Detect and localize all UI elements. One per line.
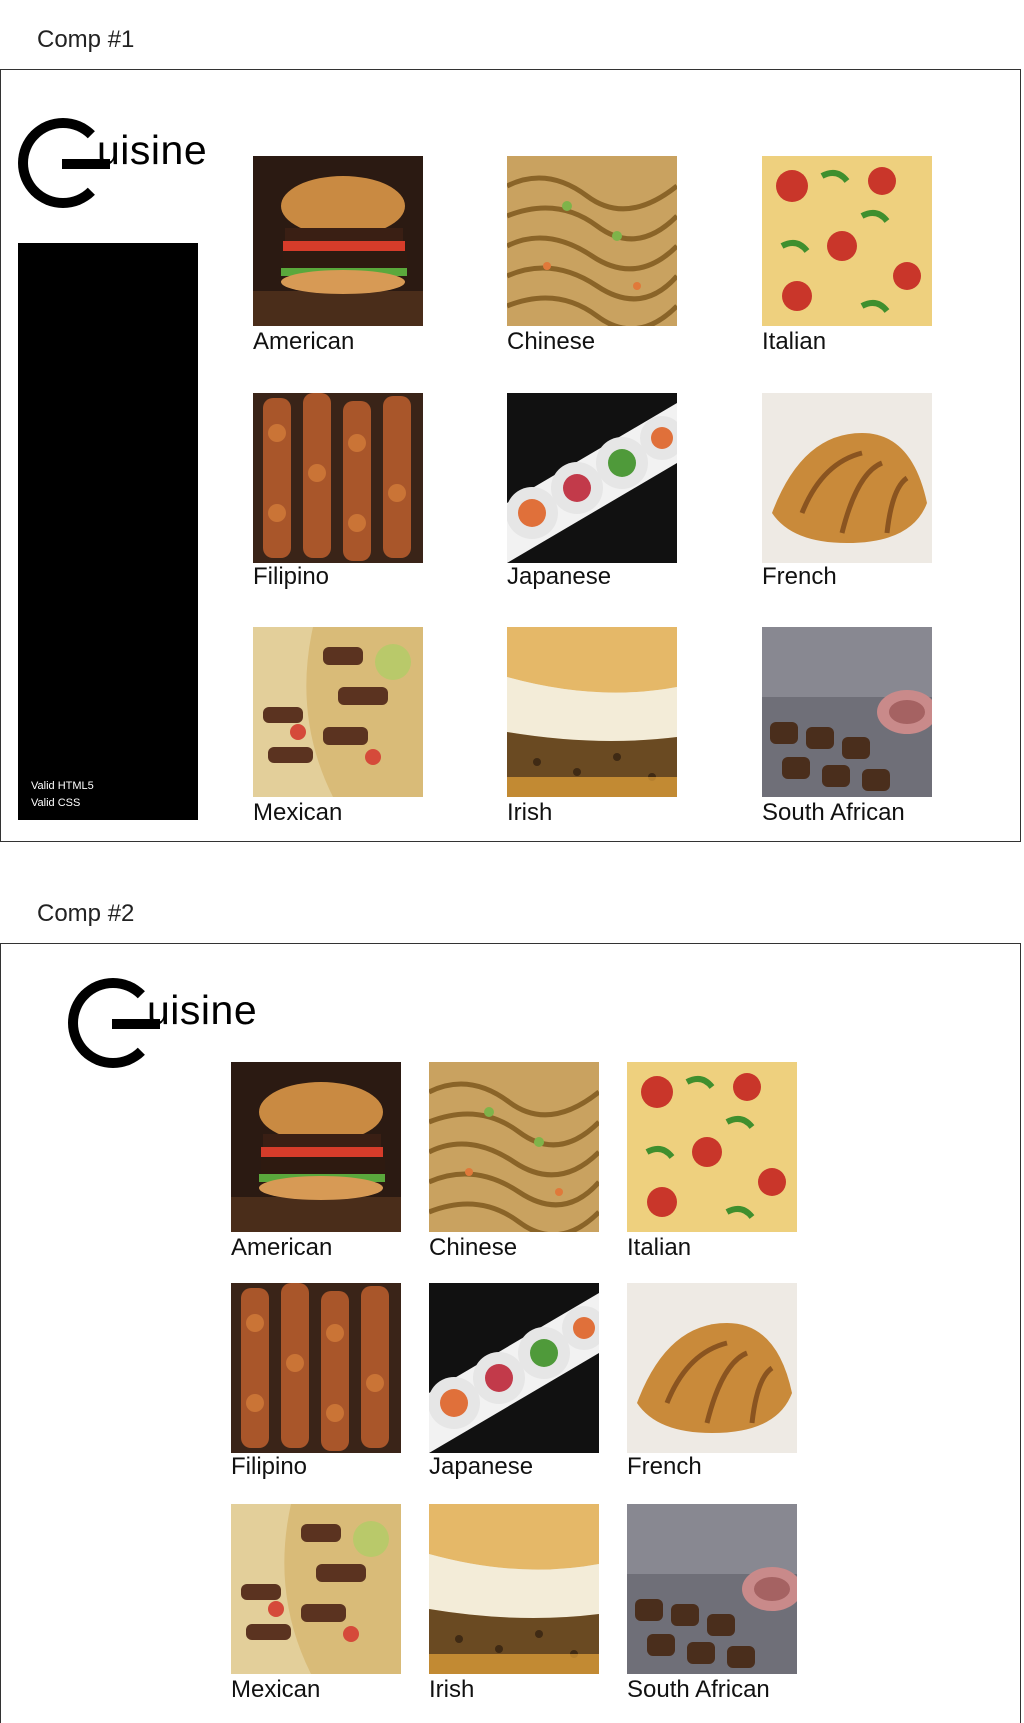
cuisine-label: American — [253, 328, 355, 355]
croissant-photo — [762, 393, 932, 563]
burger-photo — [231, 1062, 401, 1232]
valid-css-link[interactable]: Valid CSS — [31, 795, 94, 812]
cuisine-label: Filipino — [231, 1453, 308, 1480]
burger-photo — [253, 156, 423, 326]
cuisine-label: Filipino — [253, 563, 330, 590]
noodles-photo — [429, 1062, 599, 1232]
cuisine-label: Chinese — [429, 1234, 518, 1261]
cuisine-label: Japanese — [507, 563, 612, 590]
valid-html-link[interactable]: Valid HTML5 — [31, 778, 94, 795]
cuisine-label: Italian — [627, 1234, 692, 1261]
cuisine-label: Japanese — [429, 1453, 534, 1480]
sushi-photo — [429, 1283, 599, 1453]
cuisine-label: French — [762, 563, 837, 590]
braai-photo — [762, 627, 932, 797]
cuisine-label: Irish — [507, 799, 553, 826]
cuisine-label: American — [231, 1234, 333, 1261]
noodles-photo — [507, 156, 677, 326]
pie-photo — [507, 627, 677, 797]
comp2-logo[interactable]: uisine — [68, 978, 258, 1070]
pizza-photo — [762, 156, 932, 326]
validation-links: Valid HTML5 Valid CSS — [31, 778, 94, 812]
skewers-photo — [253, 393, 423, 563]
comp1-label: Comp #1 — [37, 26, 135, 53]
logo-text: uisine — [97, 127, 208, 173]
pizza-photo — [627, 1062, 797, 1232]
cuisine-label: Mexican — [231, 1676, 321, 1703]
comp1-frame: uisine Valid HTML5 Valid CSS American Ch… — [0, 69, 1021, 842]
comp1-logo[interactable]: uisine — [18, 118, 208, 210]
braai-photo — [627, 1504, 797, 1674]
sushi-photo — [507, 393, 677, 563]
cuisine-label: Mexican — [253, 799, 343, 826]
skewers-photo — [231, 1283, 401, 1453]
burrito-photo — [231, 1504, 401, 1674]
cuisine-label: South African — [627, 1676, 770, 1703]
pie-photo — [429, 1504, 599, 1674]
comp2-label: Comp #2 — [37, 900, 135, 927]
cuisine-label: South African — [762, 799, 905, 826]
burrito-photo — [253, 627, 423, 797]
sidebar: Valid HTML5 Valid CSS — [18, 243, 198, 820]
comp2-frame: uisine American Chinese Italian Filipino — [0, 943, 1021, 1723]
cuisine-label: French — [627, 1453, 702, 1480]
cuisine-label: Chinese — [507, 328, 596, 355]
logo-text: uisine — [147, 987, 258, 1033]
cuisine-label: Italian — [762, 328, 827, 355]
cuisine-label: Irish — [429, 1676, 475, 1703]
croissant-photo — [627, 1283, 797, 1453]
